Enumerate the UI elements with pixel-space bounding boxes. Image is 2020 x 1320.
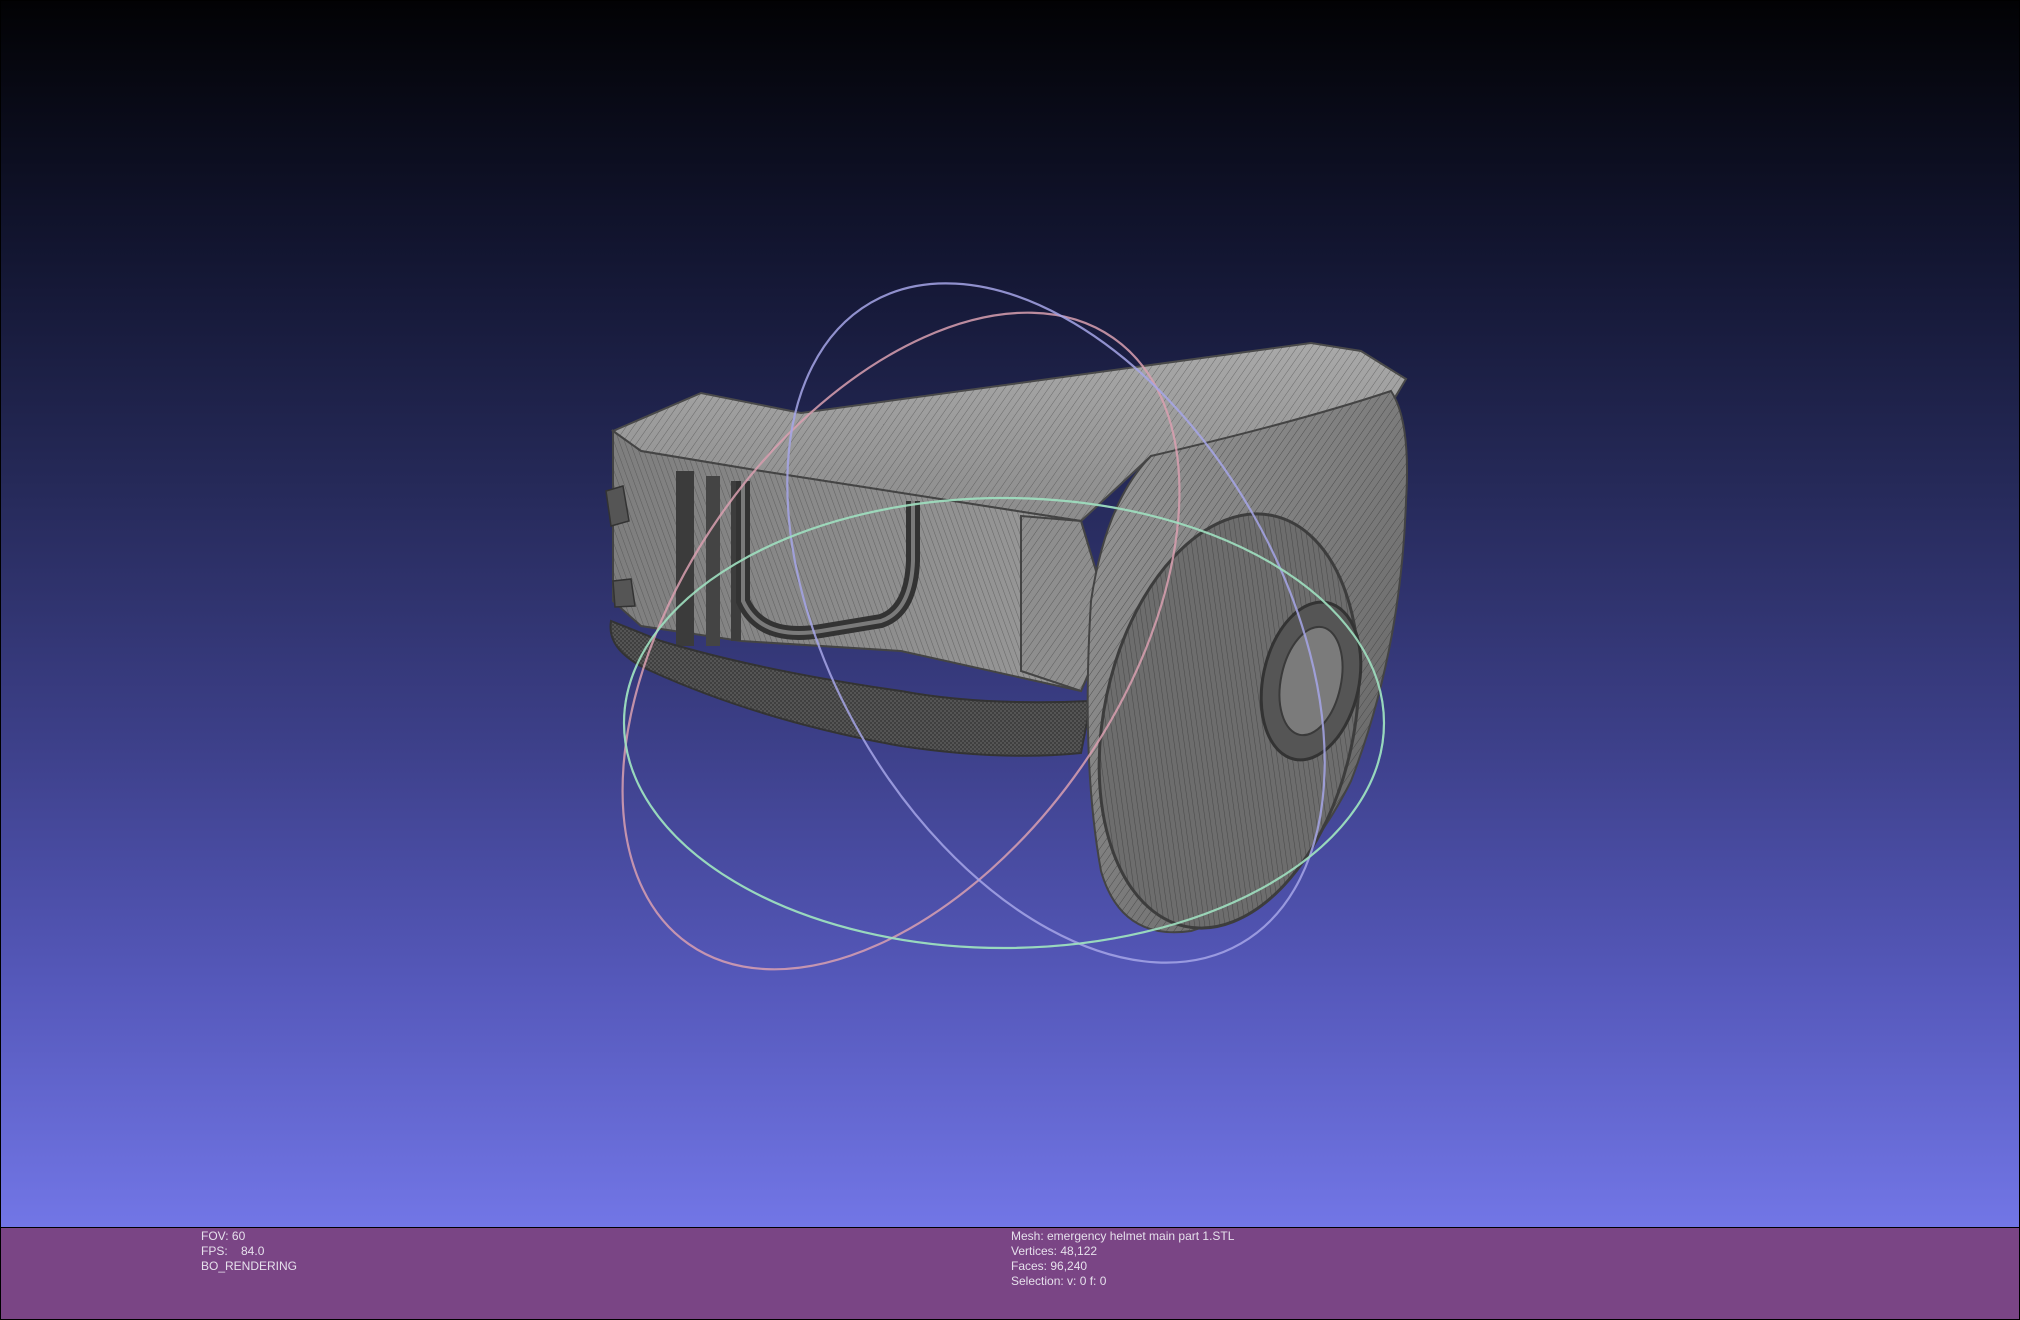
fps-readout: FPS: 84.0: [201, 1244, 265, 1258]
render-info: FOV: 60 FPS: 84.0 BO_RENDERING: [201, 1229, 297, 1274]
face-count: Faces: 96,240: [1011, 1259, 1088, 1273]
mesh-name: Mesh: emergency helmet main part 1.STL: [1011, 1229, 1235, 1243]
meshlab-window: FOV: 60 FPS: 84.0 BO_RENDERING Mesh: eme…: [0, 0, 2020, 1320]
selection-info: Selection: v: 0 f: 0: [1011, 1274, 1107, 1288]
render-mode-readout: BO_RENDERING: [201, 1259, 298, 1273]
info-bar: FOV: 60 FPS: 84.0 BO_RENDERING Mesh: eme…: [1, 1228, 2019, 1319]
mesh-info: Mesh: emergency helmet main part 1.STL V…: [1011, 1229, 1234, 1289]
mesh-model: [605, 341, 1408, 934]
vertex-count: Vertices: 48,122: [1011, 1244, 1098, 1258]
3d-viewport[interactable]: [1, 1, 2019, 1227]
fov-readout: FOV: 60: [201, 1229, 246, 1243]
scene-canvas[interactable]: [1, 1, 2019, 1227]
